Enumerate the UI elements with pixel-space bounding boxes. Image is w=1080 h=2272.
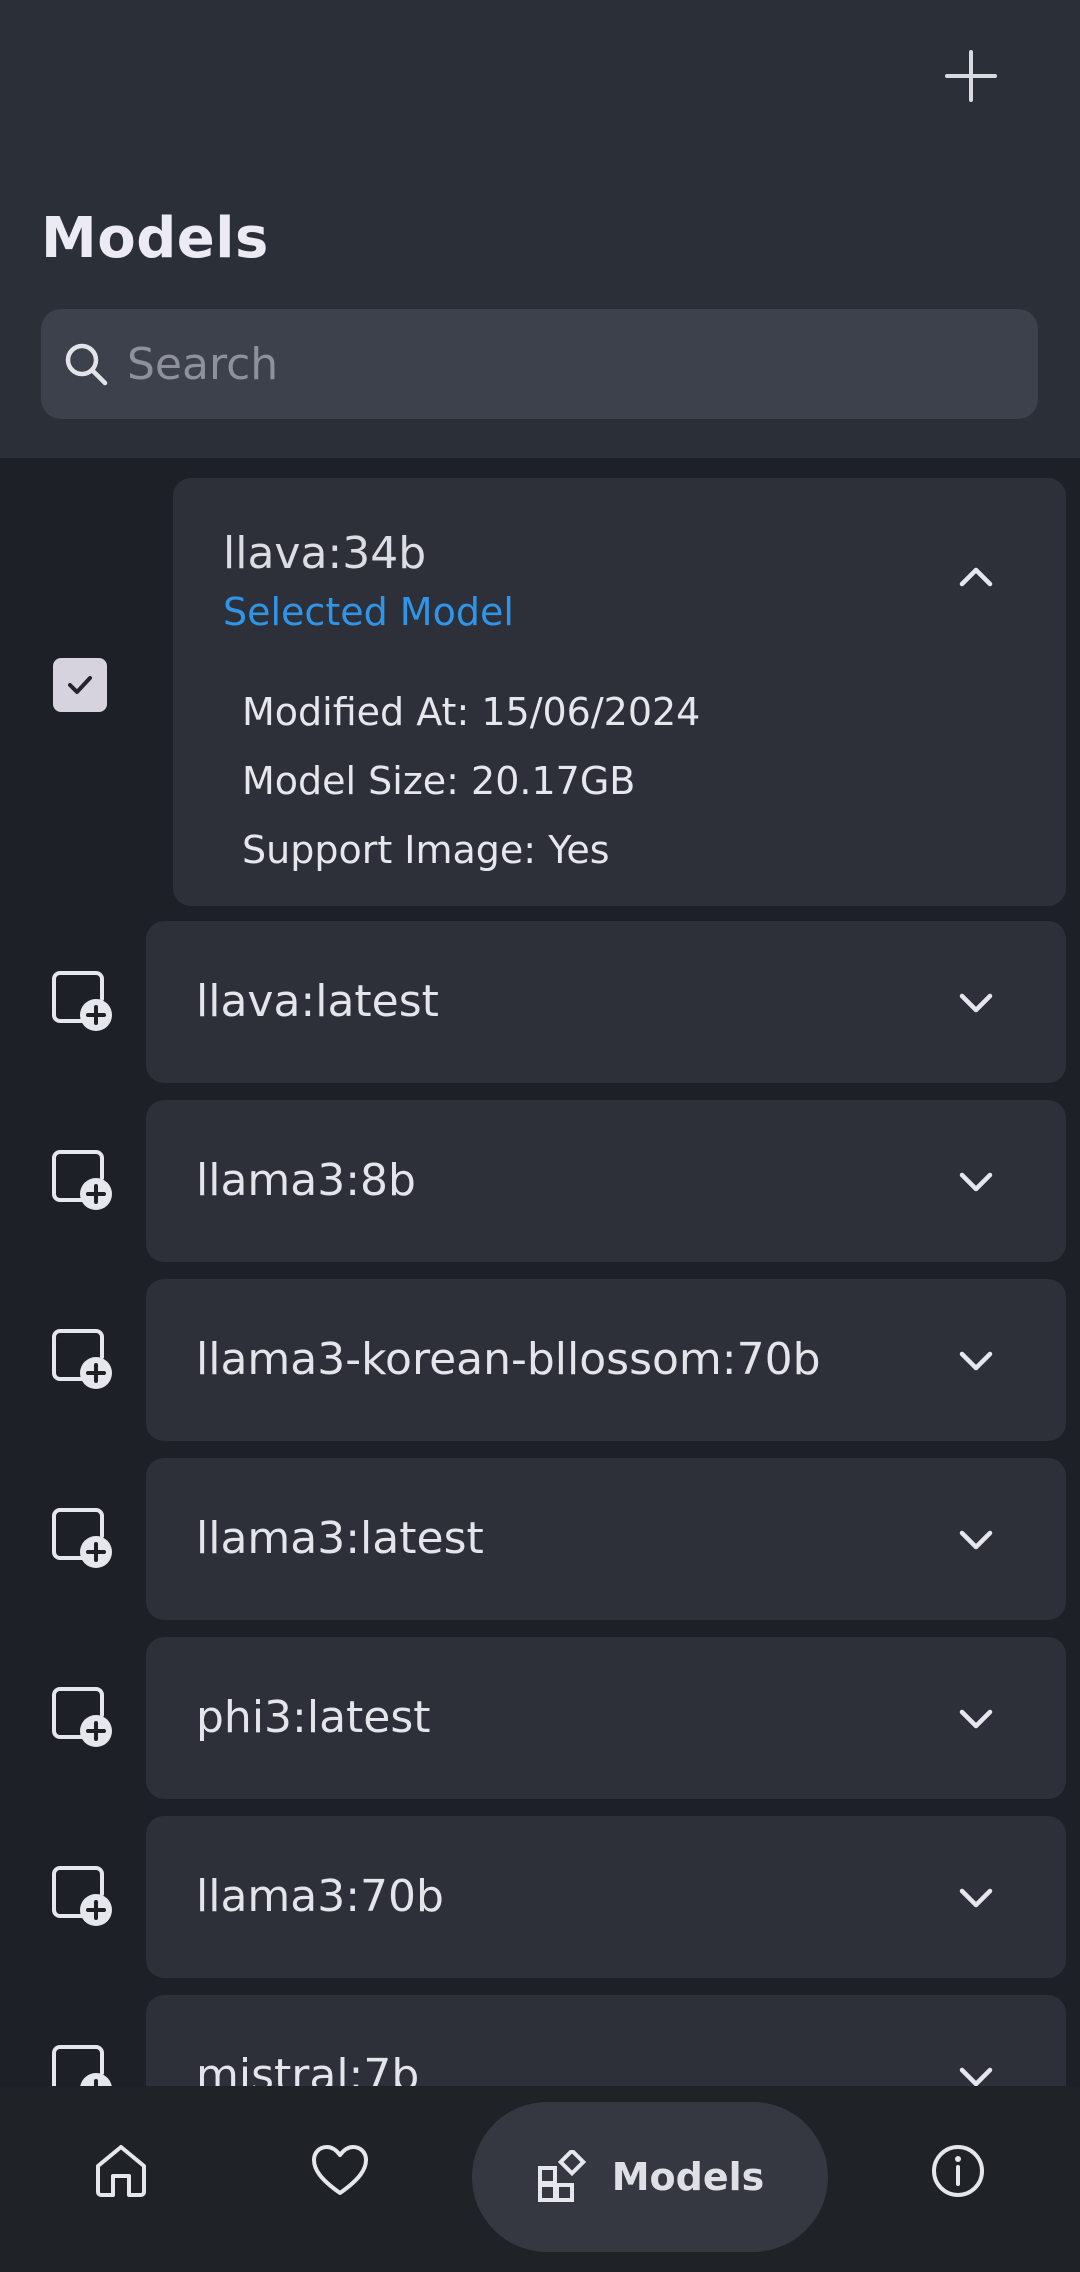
nav-models[interactable]: Models — [472, 2102, 828, 2252]
info-icon — [932, 2145, 984, 2197]
model-card[interactable]: llama3-korean-bllossom:70b — [146, 1279, 1066, 1441]
chevron-up-icon[interactable] — [956, 556, 996, 596]
model-list: llava:34b Selected Model Modified At: 15… — [0, 458, 1080, 2086]
nav-models-label: Models — [611, 2155, 765, 2199]
search-placeholder: Search — [127, 338, 279, 390]
add-model-icon[interactable] — [48, 1683, 118, 1753]
model-card[interactable]: llama3:latest — [146, 1458, 1066, 1620]
chevron-down-icon[interactable] — [956, 1458, 996, 1620]
model-card[interactable]: llava:latest — [146, 921, 1066, 1083]
model-row-selected: llava:34b Selected Model Modified At: 15… — [0, 458, 1080, 906]
model-card[interactable]: phi3:latest — [146, 1637, 1066, 1799]
model-name: llama3-korean-bllossom:70b — [196, 1334, 821, 1385]
add-model-icon[interactable] — [48, 1504, 118, 1574]
model-name: mistral:7b — [196, 2050, 420, 2086]
app-header: Models Search — [0, 0, 1080, 458]
selected-model-label: Selected Model — [223, 590, 514, 634]
add-model-icon[interactable] — [48, 1146, 118, 1216]
add-model-icon[interactable] — [48, 1862, 118, 1932]
home-icon — [96, 2145, 146, 2197]
model-card[interactable]: llama3:70b — [146, 1816, 1066, 1978]
chevron-down-icon[interactable] — [956, 1816, 996, 1978]
nav-info[interactable] — [913, 2126, 1003, 2216]
add-model-icon[interactable] — [48, 1325, 118, 1395]
model-name: llava:34b — [223, 528, 427, 579]
list-item: llama3:8b — [0, 1100, 1080, 1262]
chevron-down-icon[interactable] — [956, 1279, 996, 1441]
nav-favorites[interactable] — [295, 2126, 385, 2216]
selected-checkbox[interactable] — [53, 658, 107, 712]
model-name: llama3:70b — [196, 1871, 444, 1922]
list-item: llama3-korean-bllossom:70b — [0, 1279, 1080, 1441]
list-item: llama3:latest — [0, 1458, 1080, 1620]
bottom-navigation: Models — [0, 2086, 1080, 2272]
list-item: phi3:latest — [0, 1637, 1080, 1799]
chevron-down-icon[interactable] — [956, 1100, 996, 1262]
list-item: llava:latest — [0, 921, 1080, 1083]
chevron-down-icon[interactable] — [956, 1637, 996, 1799]
chevron-down-icon[interactable] — [956, 921, 996, 1083]
add-model-icon[interactable] — [48, 2041, 118, 2086]
heart-icon — [312, 2145, 368, 2195]
model-card[interactable]: llama3:8b — [146, 1100, 1066, 1262]
list-item: llama3:70b — [0, 1816, 1080, 1978]
modified-at: Modified At: 15/06/2024 — [242, 690, 701, 734]
add-model-icon[interactable] — [48, 967, 118, 1037]
search-input[interactable]: Search — [41, 309, 1038, 419]
search-icon — [61, 339, 111, 389]
page-title: Models — [41, 206, 269, 271]
model-name: llava:latest — [196, 976, 439, 1027]
check-icon — [68, 676, 92, 694]
support-image: Support Image: Yes — [242, 828, 610, 872]
model-name: llama3:8b — [196, 1155, 416, 1206]
nav-home[interactable] — [76, 2126, 166, 2216]
add-model-button[interactable] — [935, 40, 1007, 112]
chevron-down-icon[interactable] — [956, 1995, 996, 2086]
list-item: mistral:7b — [0, 1995, 1080, 2086]
model-name: llama3:latest — [196, 1513, 484, 1564]
model-name: phi3:latest — [196, 1692, 431, 1743]
selected-model-card[interactable]: llava:34b Selected Model Modified At: 15… — [173, 478, 1066, 906]
model-card[interactable]: mistral:7b — [146, 1995, 1066, 2086]
plus-icon — [945, 50, 997, 102]
model-size: Model Size: 20.17GB — [242, 759, 636, 803]
models-icon — [537, 2150, 586, 2202]
